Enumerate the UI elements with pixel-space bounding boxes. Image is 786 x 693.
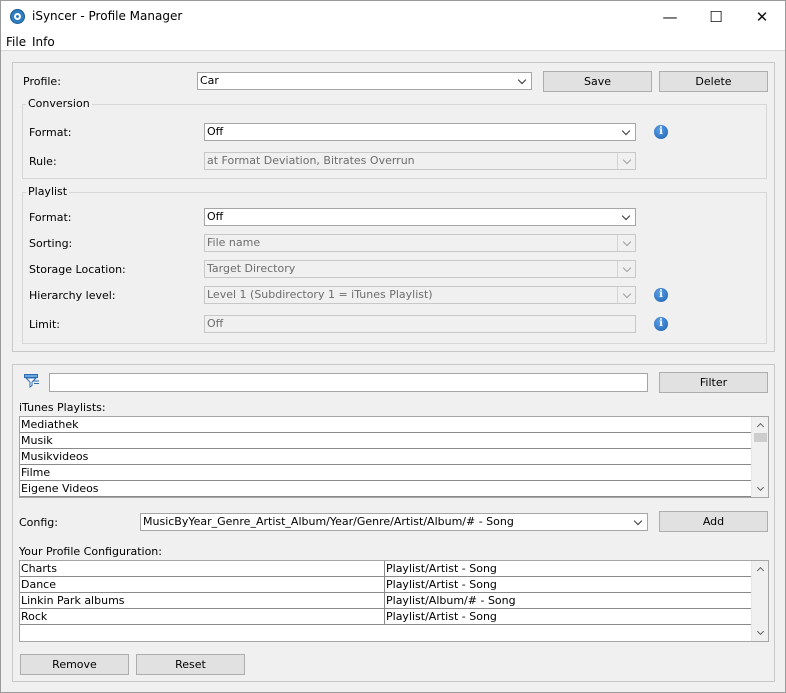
remove-button[interactable]: Remove [20, 654, 129, 675]
table-row[interactable]: Rock Playlist/Artist - Song [20, 609, 751, 625]
playlist-format-label: Format: [29, 211, 72, 224]
table-cell-pattern: Playlist/Album/# - Song [384, 593, 516, 608]
scroll-down-icon[interactable] [752, 625, 768, 641]
storage-location-select: Target Directory [204, 260, 636, 278]
conversion-format-select[interactable]: Off [204, 123, 636, 141]
scroll-up-icon[interactable] [752, 561, 768, 577]
profile-configuration-table[interactable]: Charts Playlist/Artist - Song Dance Play… [19, 560, 769, 642]
app-window: iSyncer - Profile Manager — ☐ ✕ File Inf… [0, 0, 786, 693]
storage-location-value: Target Directory [207, 262, 296, 275]
list-item-label: Musikvideos [21, 450, 89, 463]
list-item[interactable]: Eigene Videos [20, 481, 751, 497]
conversion-format-value: Off [207, 125, 224, 138]
menu-file[interactable]: File [6, 35, 26, 49]
chevron-down-icon [617, 261, 635, 277]
info-icon[interactable]: i [654, 288, 668, 302]
hierarchy-level-value: Level 1 (Subdirectory 1 = iTunes Playlis… [207, 288, 433, 301]
list-item[interactable]: Musikvideos [20, 449, 751, 465]
itunes-playlists-list[interactable]: Mediathek Musik Musikvideos Filme Eigene… [19, 416, 769, 498]
list-item-label: Eigene Videos [21, 482, 99, 495]
sorting-label: Sorting: [29, 237, 73, 250]
table-row[interactable]: Charts Playlist/Artist - Song [20, 561, 751, 577]
list-item-label: Musik [21, 434, 53, 447]
itunes-playlists-label: iTunes Playlists: [19, 401, 106, 414]
config-label: Config: [19, 516, 58, 529]
sorting-value: File name [207, 236, 261, 249]
menu-info[interactable]: Info [32, 35, 55, 49]
profile-label: Profile: [23, 75, 61, 88]
sorting-select: File name [204, 234, 636, 252]
list-item[interactable]: Filme [20, 465, 751, 481]
conversion-rule-label: Rule: [29, 155, 57, 168]
filter-icon[interactable] [24, 374, 40, 388]
maximize-button[interactable]: ☐ [693, 1, 739, 32]
info-icon[interactable]: i [654, 317, 668, 331]
save-button[interactable]: Save [543, 71, 652, 92]
table-cell-name: Rock [21, 610, 48, 623]
your-profile-configuration-label: Your Profile Configuration: [19, 545, 162, 558]
chevron-down-icon [617, 124, 635, 140]
chevron-down-icon [513, 73, 531, 89]
title-bar: iSyncer - Profile Manager — ☐ ✕ [1, 1, 785, 32]
menu-bar: File Info [1, 32, 785, 51]
playlist-config-panel: Filter iTunes Playlists: Mediathek Musik… [12, 364, 775, 682]
conversion-rule-select: at Format Deviation, Bitrates Overrun [204, 152, 636, 170]
list-item[interactable]: Musik [20, 433, 751, 449]
hierarchy-level-select: Level 1 (Subdirectory 1 = iTunes Playlis… [204, 286, 636, 304]
add-button[interactable]: Add [659, 511, 768, 532]
storage-location-label: Storage Location: [29, 263, 126, 276]
table-cell-name: Charts [21, 562, 57, 575]
table-row[interactable]: Linkin Park albums Playlist/Album/# - So… [20, 593, 751, 609]
scroll-down-icon[interactable] [752, 481, 768, 497]
table-row[interactable]: Dance Playlist/Artist - Song [20, 577, 751, 593]
info-icon[interactable]: i [654, 125, 668, 139]
table-cell-pattern: Playlist/Artist - Song [384, 577, 497, 592]
profile-panel: Profile: Car Save Delete Conversion Form… [12, 62, 775, 352]
hierarchy-level-label: Hierarchy level: [29, 289, 116, 302]
conversion-format-label: Format: [29, 126, 72, 139]
limit-field: Off [204, 315, 636, 333]
conversion-title: Conversion [26, 97, 92, 110]
scroll-up-icon[interactable] [752, 417, 768, 433]
window-title: iSyncer - Profile Manager [32, 9, 183, 23]
config-select[interactable]: MusicByYear_Genre_Artist_Album/Year/Genr… [140, 513, 648, 531]
itunes-scrollbar[interactable] [751, 417, 768, 497]
conversion-group: Conversion Format: Off i Rule: at Format… [22, 97, 767, 179]
profile-select[interactable]: Car [197, 72, 532, 90]
delete-button[interactable]: Delete [659, 71, 768, 92]
chevron-down-icon [617, 153, 635, 169]
list-item[interactable]: Mediathek [20, 417, 751, 433]
conversion-rule-value: at Format Deviation, Bitrates Overrun [207, 154, 415, 167]
filter-button[interactable]: Filter [659, 372, 768, 393]
profile-value: Car [200, 74, 219, 87]
table-cell-pattern: Playlist/Artist - Song [384, 609, 497, 624]
playlist-format-value: Off [207, 210, 224, 223]
reset-button[interactable]: Reset [136, 654, 245, 675]
table-cell-pattern: Playlist/Artist - Song [384, 561, 497, 576]
list-item-label: Filme [21, 466, 51, 479]
playlist-title: Playlist [26, 185, 70, 198]
scroll-thumb[interactable] [754, 433, 767, 442]
playlist-group: Playlist Format: Off Sorting: File name … [22, 185, 767, 344]
playlist-format-select[interactable]: Off [204, 208, 636, 226]
table-cell-name: Dance [21, 578, 56, 591]
config-scrollbar[interactable] [751, 561, 768, 641]
config-value: MusicByYear_Genre_Artist_Album/Year/Genr… [143, 515, 514, 528]
chevron-down-icon [617, 209, 635, 225]
app-logo-icon [10, 9, 25, 24]
minimize-button[interactable]: — [647, 1, 693, 32]
chevron-down-icon [617, 235, 635, 251]
list-item-label: Mediathek [21, 418, 79, 431]
table-cell-name: Linkin Park albums [21, 594, 125, 607]
chevron-down-icon [617, 287, 635, 303]
close-button[interactable]: ✕ [739, 1, 785, 32]
filter-input[interactable] [49, 373, 648, 392]
chevron-down-icon [629, 514, 647, 530]
limit-label: Limit: [29, 318, 60, 331]
